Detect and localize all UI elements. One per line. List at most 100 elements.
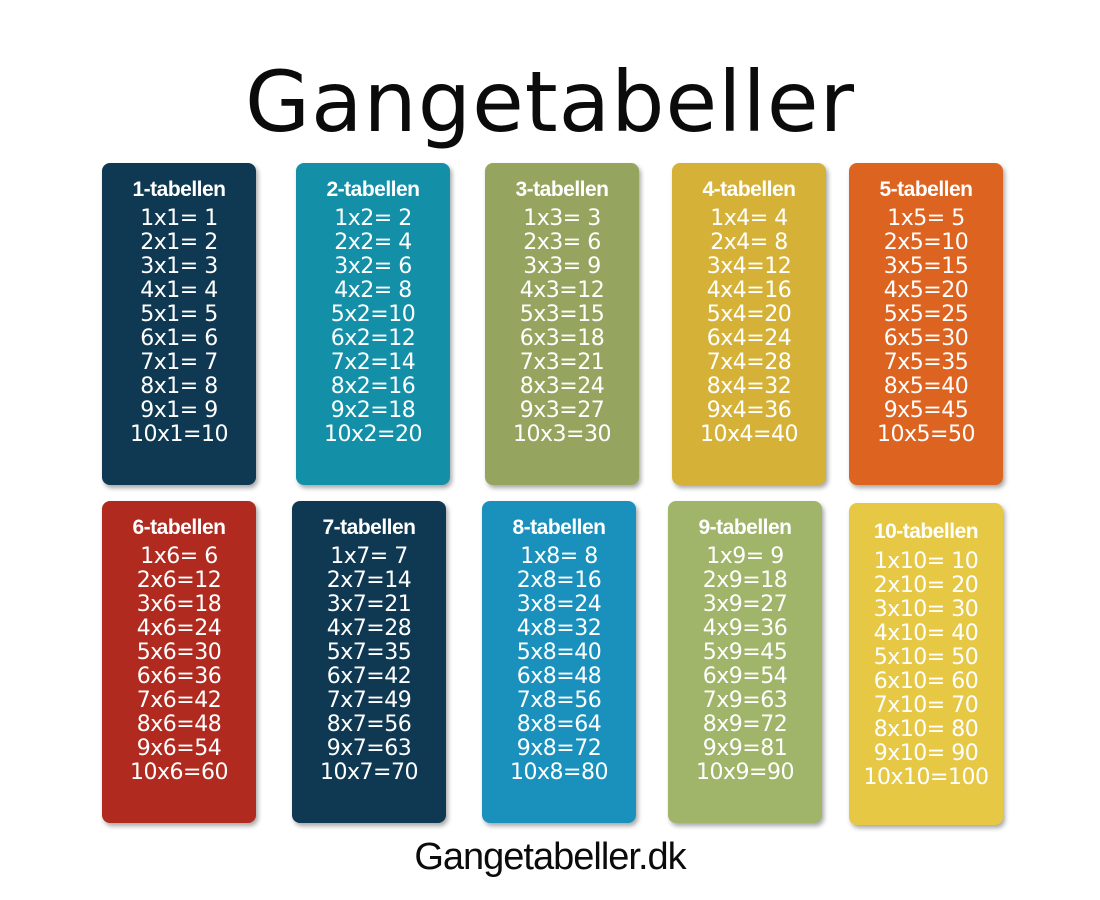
table-row: 6x8=48 <box>516 664 602 689</box>
table-row: 9x7=63 <box>326 736 412 761</box>
table-header: 9-tabellen <box>698 516 792 539</box>
table-header: 1-tabellen <box>132 178 226 201</box>
table-row: 10x1=10 <box>130 422 228 447</box>
table-row: 2x1= 2 <box>140 230 218 255</box>
table-row: 3x5=15 <box>883 254 969 279</box>
table-row: 4x7=28 <box>326 616 412 641</box>
table-row: 8x5=40 <box>883 374 969 399</box>
table-row: 9x2=18 <box>330 398 416 423</box>
table-row: 9x1= 9 <box>140 398 218 423</box>
table-row: 3x2= 6 <box>334 254 412 279</box>
table-row: 6x3=18 <box>519 326 605 351</box>
table-row: 4x10= 40 <box>873 621 979 646</box>
table-row: 10x9=90 <box>696 760 794 785</box>
table-row: 9x5=45 <box>883 398 969 423</box>
table-row: 10x10=100 <box>863 765 989 790</box>
table-row: 8x10= 80 <box>873 717 979 742</box>
table-row: 5x1= 5 <box>140 302 218 327</box>
table-row: 7x10= 70 <box>873 693 979 718</box>
table-row: 1x1= 1 <box>140 206 218 231</box>
table-row: 7x5=35 <box>883 350 969 375</box>
table-row: 9x8=72 <box>516 736 602 761</box>
table-row: 4x3=12 <box>519 278 605 303</box>
table-row: 3x6=18 <box>136 592 222 617</box>
table-row: 2x10= 20 <box>873 573 979 598</box>
table-row: 1x3= 3 <box>523 206 601 231</box>
table-row: 9x3=27 <box>519 398 605 423</box>
site-footer: Gangetabeller.dk <box>414 836 686 878</box>
table-row: 10x6=60 <box>130 760 228 785</box>
table-row: 10x8=80 <box>510 760 608 785</box>
table-rows: 1x6= 6 2x6=12 3x6=18 4x6=24 5x6=30 6x6=3… <box>102 545 256 785</box>
table-row: 2x7=14 <box>326 568 412 593</box>
table-rows: 1x4= 4 2x4= 8 3x4=12 4x4=16 5x4=20 6x4=2… <box>672 207 826 447</box>
table-row: 1x9= 9 <box>706 544 784 569</box>
table-card-6: 6-tabellen 1x6= 6 2x6=12 3x6=18 4x6=24 5… <box>102 501 256 823</box>
table-row: 6x7=42 <box>326 664 412 689</box>
table-header: 6-tabellen <box>132 516 226 539</box>
table-card-3: 3-tabellen 1x3= 3 2x3= 6 3x3= 9 4x3=12 5… <box>485 163 639 485</box>
table-row: 9x4=36 <box>706 398 792 423</box>
table-rows: 1x1= 1 2x1= 2 3x1= 3 4x1= 4 5x1= 5 6x1= … <box>102 207 256 447</box>
table-row: 4x2= 8 <box>334 278 412 303</box>
table-row: 6x2=12 <box>330 326 416 351</box>
table-row: 8x8=64 <box>516 712 602 737</box>
table-rows: 1x2= 2 2x2= 4 3x2= 6 4x2= 8 5x2=10 6x2=1… <box>296 207 450 447</box>
table-rows: 1x3= 3 2x3= 6 3x3= 9 4x3=12 5x3=15 6x3=1… <box>485 207 639 447</box>
table-card-2: 2-tabellen 1x2= 2 2x2= 4 3x2= 6 4x2= 8 5… <box>296 163 450 485</box>
table-row: 1x4= 4 <box>710 206 788 231</box>
table-row: 4x6=24 <box>136 616 222 641</box>
table-row: 10x4=40 <box>700 422 798 447</box>
table-row: 5x7=35 <box>326 640 412 665</box>
table-row: 1x2= 2 <box>334 206 412 231</box>
table-row: 7x3=21 <box>519 350 605 375</box>
table-row: 3x1= 3 <box>140 254 218 279</box>
table-card-4: 4-tabellen 1x4= 4 2x4= 8 3x4=12 4x4=16 5… <box>672 163 826 485</box>
table-row: 6x6=36 <box>136 664 222 689</box>
table-card-7: 7-tabellen 1x7= 7 2x7=14 3x7=21 4x7=28 5… <box>292 501 446 823</box>
table-row: 8x1= 8 <box>140 374 218 399</box>
table-row: 2x6=12 <box>136 568 222 593</box>
table-row: 5x10= 50 <box>873 645 979 670</box>
table-row: 4x9=36 <box>702 616 788 641</box>
table-rows: 1x10= 10 2x10= 20 3x10= 30 4x10= 40 5x10… <box>849 550 1003 790</box>
table-row: 3x4=12 <box>706 254 792 279</box>
table-row: 2x3= 6 <box>523 230 601 255</box>
table-row: 6x1= 6 <box>140 326 218 351</box>
table-rows: 1x8= 8 2x8=16 3x8=24 4x8=32 5x8=40 6x8=4… <box>482 545 636 785</box>
table-row: 1x8= 8 <box>520 544 598 569</box>
table-header: 3-tabellen <box>515 178 609 201</box>
table-row: 7x4=28 <box>706 350 792 375</box>
table-row: 5x9=45 <box>702 640 788 665</box>
table-card-9: 9-tabellen 1x9= 9 2x9=18 3x9=27 4x9=36 5… <box>668 501 822 823</box>
table-row: 3x7=21 <box>326 592 412 617</box>
table-row: 8x6=48 <box>136 712 222 737</box>
table-header: 8-tabellen <box>512 516 606 539</box>
table-row: 3x10= 30 <box>873 597 979 622</box>
table-row: 3x9=27 <box>702 592 788 617</box>
table-rows: 1x5= 5 2x5=10 3x5=15 4x5=20 5x5=25 6x5=3… <box>849 207 1003 447</box>
table-row: 2x8=16 <box>516 568 602 593</box>
table-row: 8x9=72 <box>702 712 788 737</box>
table-row: 9x6=54 <box>136 736 222 761</box>
table-row: 10x3=30 <box>513 422 611 447</box>
table-row: 7x7=49 <box>326 688 412 713</box>
table-row: 6x4=24 <box>706 326 792 351</box>
table-row: 1x6= 6 <box>140 544 218 569</box>
table-row: 4x4=16 <box>706 278 792 303</box>
table-row: 8x7=56 <box>326 712 412 737</box>
table-row: 5x4=20 <box>706 302 792 327</box>
table-row: 10x7=70 <box>320 760 418 785</box>
table-row: 8x4=32 <box>706 374 792 399</box>
table-row: 4x1= 4 <box>140 278 218 303</box>
table-header: 5-tabellen <box>879 178 973 201</box>
table-rows: 1x9= 9 2x9=18 3x9=27 4x9=36 5x9=45 6x9=5… <box>668 545 822 785</box>
table-row: 1x5= 5 <box>887 206 965 231</box>
table-row: 6x5=30 <box>883 326 969 351</box>
table-row: 7x1= 7 <box>140 350 218 375</box>
table-row: 2x5=10 <box>883 230 969 255</box>
table-row: 5x5=25 <box>883 302 969 327</box>
table-card-1: 1-tabellen 1x1= 1 2x1= 2 3x1= 3 4x1= 4 5… <box>102 163 256 485</box>
table-row: 9x9=81 <box>702 736 788 761</box>
table-row: 3x8=24 <box>516 592 602 617</box>
